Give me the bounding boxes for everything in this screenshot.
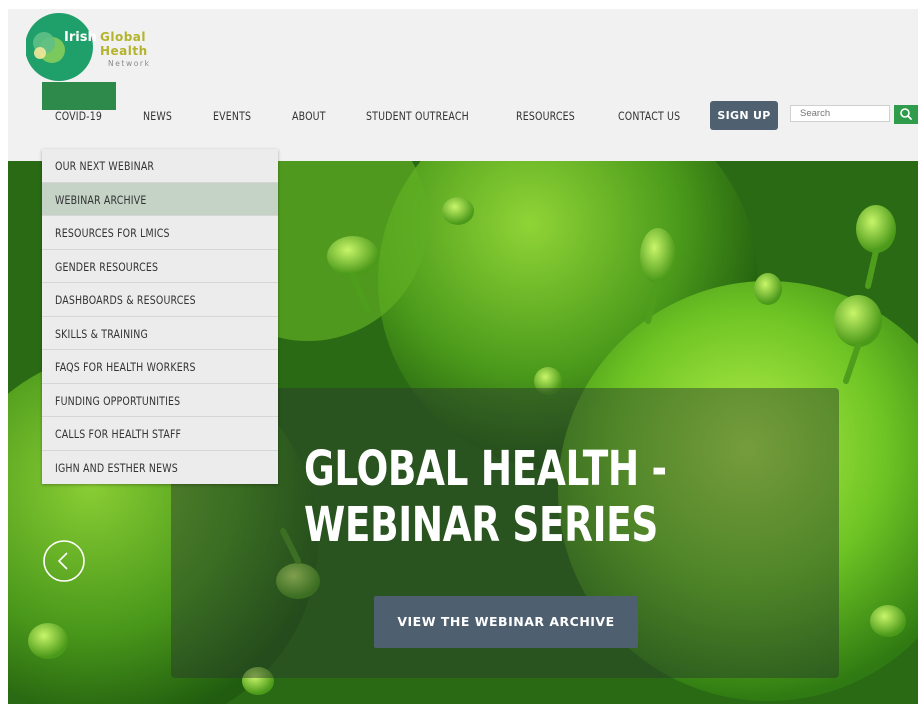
logo-text-irish: Irish bbox=[64, 30, 97, 45]
covid-19-dropdown-menu: OUR NEXT WEBINAR WEBINAR ARCHIVE RESOURC… bbox=[42, 149, 278, 484]
dropdown-item-label: FUNDING OPPORTUNITIES bbox=[55, 393, 181, 408]
hero-title-line-2: WEBINAR SERIES bbox=[304, 497, 658, 553]
hero-title-line-1: GLOBAL HEALTH - bbox=[304, 441, 667, 497]
dropdown-item-faqs-for-health-workers[interactable]: FAQS FOR HEALTH WORKERS bbox=[42, 350, 278, 384]
nav-item-student-outreach[interactable]: STUDENT OUTREACH bbox=[366, 109, 469, 125]
dropdown-item-label: FAQS FOR HEALTH WORKERS bbox=[55, 360, 196, 374]
dropdown-item-label: CALLS FOR HEALTH STAFF bbox=[55, 427, 182, 441]
view-webinar-archive-label: VIEW THE WEBINAR ARCHIVE bbox=[397, 614, 615, 629]
dropdown-item-webinar-archive[interactable]: WEBINAR ARCHIVE bbox=[42, 182, 278, 216]
dropdown-item-label: WEBINAR ARCHIVE bbox=[55, 192, 147, 207]
dropdown-item-gender-resources[interactable]: GENDER RESOURCES bbox=[42, 250, 278, 283]
dropdown-item-label: IGHN AND ESTHER NEWS bbox=[55, 460, 178, 475]
page: Irish Global Health Network COVID-19 NEW… bbox=[8, 9, 918, 704]
nav-item-events[interactable]: EVENTS bbox=[213, 109, 251, 125]
dropdown-item-skills-training[interactable]: SKILLS & TRAINING bbox=[42, 317, 278, 350]
sign-up-label: SIGN UP bbox=[717, 109, 771, 122]
dropdown-item-dashboards-resources[interactable]: DASHBOARDS & RESOURCES bbox=[42, 283, 278, 317]
dropdown-item-label: SKILLS & TRAINING bbox=[55, 326, 148, 341]
dropdown-item-calls-for-health-staff[interactable]: CALLS FOR HEALTH STAFF bbox=[42, 417, 278, 451]
dropdown-item-our-next-webinar[interactable]: OUR NEXT WEBINAR bbox=[42, 149, 278, 183]
hero-title: GLOBAL HEALTH - WEBINAR SERIES bbox=[304, 441, 694, 553]
logo-text-network: Network bbox=[108, 59, 151, 68]
search-input[interactable] bbox=[790, 105, 890, 122]
nav-active-indicator bbox=[42, 82, 116, 110]
logo-text-global: Global bbox=[100, 30, 147, 44]
sign-up-button[interactable]: SIGN UP bbox=[710, 101, 778, 130]
logo-text-health: Health bbox=[100, 44, 148, 58]
view-webinar-archive-button[interactable]: VIEW THE WEBINAR ARCHIVE bbox=[374, 596, 638, 648]
dropdown-item-resources-for-lmics[interactable]: RESOURCES FOR LMICS bbox=[42, 216, 278, 250]
site-logo[interactable]: Irish Global Health Network bbox=[26, 13, 186, 91]
dropdown-item-label: OUR NEXT WEBINAR bbox=[55, 159, 155, 173]
dropdown-item-funding-opportunities[interactable]: FUNDING OPPORTUNITIES bbox=[42, 384, 278, 417]
nav-item-resources[interactable]: RESOURCES bbox=[516, 109, 575, 125]
dropdown-item-label: DASHBOARDS & RESOURCES bbox=[55, 293, 196, 307]
search-icon bbox=[900, 108, 912, 120]
nav-item-news[interactable]: NEWS bbox=[143, 109, 172, 125]
dropdown-item-ighn-and-esther-news[interactable]: IGHN AND ESTHER NEWS bbox=[42, 451, 278, 485]
search-button[interactable] bbox=[894, 105, 918, 124]
nav-item-covid-19[interactable]: COVID-19 bbox=[55, 109, 102, 125]
dropdown-item-label: RESOURCES FOR LMICS bbox=[55, 226, 170, 240]
carousel-prev-button[interactable] bbox=[42, 539, 86, 583]
nav-item-about[interactable]: ABOUT bbox=[292, 109, 326, 125]
site-header: Irish Global Health Network COVID-19 NEW… bbox=[8, 9, 918, 161]
nav-item-contact-us[interactable]: CONTACT US bbox=[618, 109, 680, 125]
dropdown-item-label: GENDER RESOURCES bbox=[55, 259, 159, 274]
chevron-left-icon bbox=[43, 540, 85, 582]
